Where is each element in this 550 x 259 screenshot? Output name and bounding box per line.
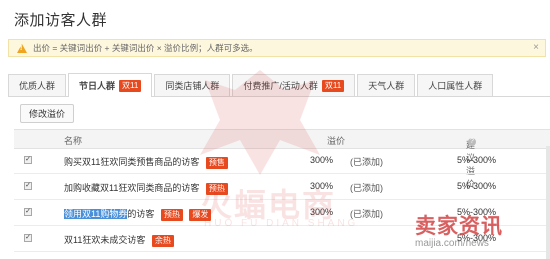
modify-premium-button[interactable]: 修改溢价	[20, 104, 75, 123]
tab-weather-audience[interactable]: 天气人群	[357, 74, 416, 96]
help-icon[interactable]: ?	[468, 138, 476, 146]
tab-label: 天气人群	[368, 81, 405, 91]
selected-text: 领用双11购物券	[64, 209, 128, 219]
tab-demographic-audience[interactable]: 人口属性人群	[417, 74, 494, 96]
notice-bar: 出价 = 关键词出价 + 关键词出价 × 溢价比例；人群可多选。 ×	[8, 39, 546, 57]
tab-label: 节日人群	[79, 81, 116, 91]
row-checkbox[interactable]: ✓	[24, 182, 32, 190]
header-name: 名称	[64, 136, 83, 146]
row-name: 双11狂欢未成交访客 余热	[64, 233, 174, 247]
tab-quality-audience[interactable]: 优质人群	[8, 74, 67, 96]
tab-holiday-audience[interactable]: 节日人群 双11	[68, 73, 153, 97]
row-checkbox[interactable]: ✓	[24, 234, 32, 242]
row-checkbox[interactable]: ✓	[24, 156, 32, 164]
bat-logo-icon	[200, 70, 320, 175]
warning-icon	[17, 43, 27, 53]
tab-label: 人口属性人群	[428, 81, 483, 91]
row-status: (已添加)	[350, 157, 383, 167]
notice-text: 出价 = 关键词出价 + 关键词出价 × 溢价比例；人群可多选。	[33, 43, 258, 53]
page-title: 添加访客人群	[14, 12, 108, 29]
center-watermark: 火蝠电商 HUO FU DIAN SHANG	[190, 60, 355, 230]
row-tag: 预热	[160, 209, 183, 221]
row-suggested: 5%-300%	[457, 155, 497, 165]
row-tag: 余热	[151, 235, 174, 247]
row-checkbox[interactable]: ✓	[24, 208, 32, 216]
row-suggested: 5%-300%	[457, 181, 497, 191]
row-status: (已添加)	[350, 183, 383, 193]
scrollbar[interactable]	[546, 146, 550, 259]
tab-label: 优质人群	[19, 81, 56, 91]
close-icon[interactable]: ×	[533, 42, 539, 53]
corner-watermark: 卖家资讯 maijia.com/news	[415, 215, 503, 249]
tab-badge: 双11	[119, 79, 142, 92]
